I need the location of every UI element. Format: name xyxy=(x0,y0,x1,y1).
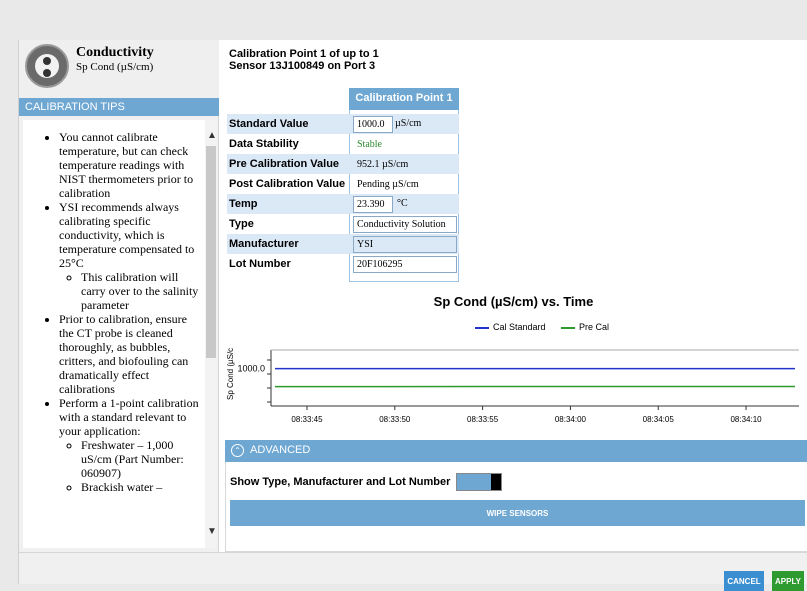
row-type: Type Conductivity Solution xyxy=(227,214,459,234)
scrollbar-thumb[interactable] xyxy=(206,146,216,358)
calibration-title: Calibration Point 1 of up to 1 Sensor 13… xyxy=(229,48,379,72)
row-lot-number: Lot Number 20F106295 xyxy=(227,254,459,274)
temp-input[interactable]: 23.390 xyxy=(353,196,393,213)
tip-subitem: This calibration will carry over to the … xyxy=(81,270,203,312)
tip-item: Prior to calibration, ensure the CT prob… xyxy=(59,312,203,396)
calibration-window: Conductivity Sp Cond (µS/cm) CALIBRATION… xyxy=(18,40,807,584)
row-standard-value: Standard Value 1000.0 µS/cm xyxy=(227,114,459,134)
row-post-cal: Post Calibration Value Pending µS/cm xyxy=(227,174,459,194)
post-cal-value: Pending µS/cm xyxy=(353,176,423,193)
legend-pre-cal: Pre Cal xyxy=(561,322,609,332)
x-tick-label: 08:33:45 xyxy=(291,415,323,424)
row-manufacturer: Manufacturer YSI xyxy=(227,234,459,254)
calibration-tips-header: CALIBRATION TIPS xyxy=(19,98,219,116)
sensor-subtitle: Sp Cond (µS/cm) xyxy=(76,61,153,73)
cancel-button[interactable]: CANCEL xyxy=(724,571,764,591)
manufacturer-input[interactable]: YSI xyxy=(353,236,457,253)
wipe-sensors-button[interactable]: WIPE SENSORS xyxy=(230,500,805,526)
chevron-down-icon[interactable]: ▼ xyxy=(207,526,217,537)
x-tick-label: 08:34:05 xyxy=(643,415,675,424)
y-axis-label: Sp Cond (µS/c xyxy=(226,348,235,400)
row-data-stability: Data Stability Stable xyxy=(227,134,459,154)
standard-value-input[interactable]: 1000.0 xyxy=(353,116,393,133)
calibration-point-header: Calibration Point 1 xyxy=(349,88,459,110)
sensor-name: Conductivity xyxy=(76,45,154,61)
x-tick-label: 08:33:50 xyxy=(379,415,411,424)
x-tick-label: 08:34:00 xyxy=(555,415,587,424)
legend-cal-standard: Cal Standard xyxy=(475,322,546,332)
chart-plot: 1000.0Sp Cond (µS/c 08:33:45 08:33:50 08:33… xyxy=(219,338,807,438)
x-tick-label: 08:33:55 xyxy=(467,415,499,424)
tip-item: You cannot calibrate temperature, but ca… xyxy=(59,130,203,200)
conductivity-sensor-icon xyxy=(25,44,69,88)
calibration-tips-panel[interactable]: You cannot calibrate temperature, but ca… xyxy=(23,120,217,548)
tip-item: YSI recommends always calibrating specif… xyxy=(59,200,203,312)
main-panel: Calibration Point 1 of up to 1 Sensor 13… xyxy=(219,40,807,552)
chevron-up-icon: ⌃ xyxy=(231,444,244,457)
advanced-panel: Show Type, Manufacturer and Lot Number W… xyxy=(225,462,807,552)
tip-subitem: Freshwater – 1,000 uS/cm (Part Number: 0… xyxy=(81,438,203,480)
chart-title: Sp Cond (µS/cm) vs. Time xyxy=(219,294,807,309)
toggle-label: Show Type, Manufacturer and Lot Number xyxy=(230,476,450,488)
pre-cal-value: 952.1 µS/cm xyxy=(353,156,412,173)
y-tick-label: 1000.0 xyxy=(237,364,265,374)
x-tick-label: 08:34:10 xyxy=(730,415,762,424)
lot-number-input[interactable]: 20F106295 xyxy=(353,256,457,273)
advanced-section-toggle[interactable]: ⌃ADVANCED xyxy=(225,440,807,462)
type-input[interactable]: Conductivity Solution xyxy=(353,216,457,233)
tip-subitem: Brackish water – xyxy=(81,480,203,494)
tips-scrollbar[interactable]: ▲ ▼ xyxy=(205,120,217,548)
show-type-toggle[interactable] xyxy=(456,473,502,491)
chevron-up-icon[interactable]: ▲ xyxy=(207,130,217,141)
footer: CANCEL APPLY xyxy=(19,552,807,584)
row-pre-cal: Pre Calibration Value 952.1 µS/cm xyxy=(227,154,459,174)
tip-item: Perform a 1-point calibration with a sta… xyxy=(59,396,203,494)
sensor-header: Conductivity Sp Cond (µS/cm) xyxy=(19,40,219,98)
row-temp: Temp 23.390 °C xyxy=(227,194,459,214)
apply-button[interactable]: APPLY xyxy=(772,571,804,591)
sidebar: Conductivity Sp Cond (µS/cm) CALIBRATION… xyxy=(19,40,219,552)
data-stability-value: Stable xyxy=(353,136,386,153)
